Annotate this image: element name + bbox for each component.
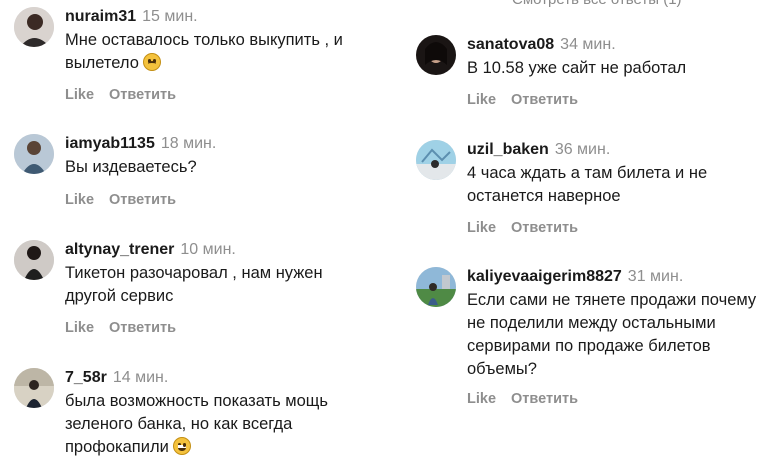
comment-time: 18 мин.	[160, 135, 217, 152]
sad-face-emoji	[143, 53, 162, 71]
right-comments-column: Смотреть все ответы (1) sanatova08 34 мин…	[402, 0, 783, 464]
like-button[interactable]: Like	[467, 92, 496, 108]
comment-text: Вы издеваетесь?	[65, 158, 197, 176]
comment-text: Если сами не тянете продажи почему не по…	[467, 291, 757, 378]
avatar[interactable]	[416, 140, 456, 180]
reply-button[interactable]: Ответить	[109, 87, 176, 103]
comment-time: 10 мин.	[180, 241, 236, 258]
avatar[interactable]	[416, 35, 456, 75]
reply-button[interactable]: Ответить	[109, 320, 176, 336]
comment-text: 4 часа ждать а там билета и не останется…	[467, 164, 708, 205]
comment-text: Тикетон разочаровал , нам нужен другой с…	[65, 264, 323, 305]
like-button[interactable]: Like	[65, 192, 94, 208]
comment-time: 15 мин.	[142, 8, 198, 25]
comment-username[interactable]: iamyab1135	[65, 135, 155, 152]
comment-text: В 10.58 уже сайт не работал	[467, 59, 687, 77]
avatar[interactable]	[14, 240, 54, 280]
left-comments-column: nuraim31 15 мин. Мне оставалось только вы…	[0, 0, 382, 464]
like-button[interactable]: Like	[467, 220, 496, 236]
reply-button[interactable]: Ответить	[511, 92, 578, 108]
comment-time: 14 мин.	[112, 369, 169, 386]
comment-username[interactable]: altynay_trener	[65, 241, 174, 258]
comment-text: была возможность показать мощь зеленого …	[65, 392, 328, 456]
laughing-face-emoji	[173, 437, 192, 455]
avatar[interactable]	[14, 7, 54, 47]
comment-time: 31 мин.	[627, 268, 684, 285]
comment-text: Мне оставалось только выкупить , и вылет…	[65, 31, 343, 72]
comment-username[interactable]: uzil_baken	[467, 141, 549, 158]
reply-button[interactable]: Ответить	[511, 220, 578, 236]
like-button[interactable]: Like	[467, 391, 496, 407]
comment-username[interactable]: kaliyevaaigerim8827	[467, 268, 622, 285]
reply-button[interactable]: Ответить	[109, 192, 176, 208]
comment-time: 34 мин.	[560, 36, 616, 53]
avatar[interactable]	[14, 134, 54, 174]
comment-username[interactable]: 7_58r	[65, 369, 107, 386]
like-button[interactable]: Like	[65, 87, 94, 103]
avatar[interactable]	[416, 267, 456, 307]
reply-button[interactable]: Ответить	[511, 391, 578, 407]
like-button[interactable]: Like	[65, 320, 94, 336]
avatar[interactable]	[14, 368, 54, 408]
comment-username[interactable]: sanatova08	[467, 36, 554, 53]
view-replies-link[interactable]: Смотреть все ответы (1)	[512, 0, 682, 8]
comment-time: 36 мин.	[554, 141, 611, 158]
comment-username[interactable]: nuraim31	[65, 8, 136, 25]
